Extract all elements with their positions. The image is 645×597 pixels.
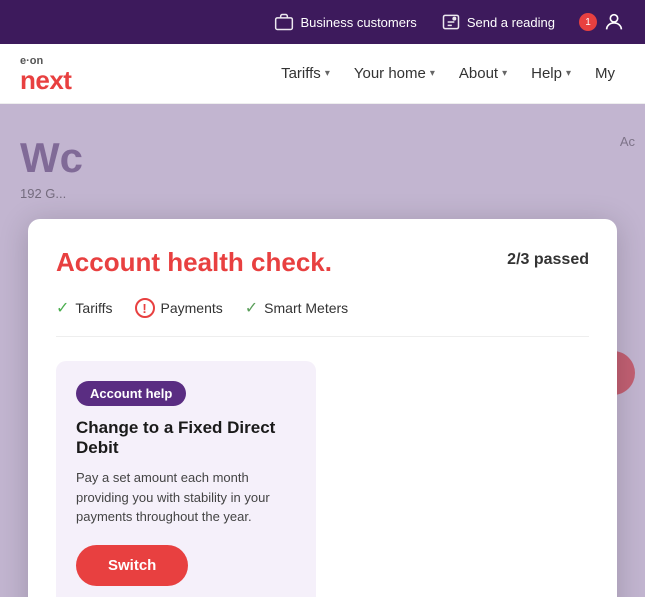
account-icon [603, 11, 625, 33]
send-reading-label: Send a reading [467, 15, 555, 30]
check-items-row: ✓ Tariffs ! Payments ✓ Smart Meters [56, 298, 589, 337]
check-item-tariffs: ✓ Tariffs [56, 298, 113, 318]
nav-tariffs[interactable]: Tariffs ▾ [271, 57, 340, 90]
briefcase-icon [274, 12, 294, 32]
nav-your-home[interactable]: Your home ▾ [344, 57, 445, 90]
check-smart-meters-label: Smart Meters [264, 300, 348, 316]
check-item-payments: ! Payments [135, 298, 223, 318]
nav-items: Tariffs ▾ Your home ▾ About ▾ Help ▾ My [271, 57, 625, 90]
check-pass-icon: ✓ [56, 298, 69, 318]
chevron-down-icon: ▾ [502, 68, 507, 79]
info-card-title: Change to a Fixed Direct Debit [76, 418, 296, 458]
navbar: e·on next Tariffs ▾ Your home ▾ About ▾ … [0, 44, 645, 104]
page-background: Wc 192 G... Ac › t paym payme ment is s … [0, 104, 645, 597]
check-warn-icon: ! [135, 298, 155, 318]
send-reading-link[interactable]: Send a reading [441, 12, 555, 32]
eon-next-logo[interactable]: e·on next [20, 55, 71, 93]
chevron-down-icon: ▾ [566, 68, 571, 79]
meter-icon [441, 12, 461, 32]
business-customers-label: Business customers [300, 15, 416, 30]
nav-my[interactable]: My [585, 57, 625, 90]
account-health-modal: Account health check. 2/3 passed ✓ Tarif… [28, 219, 617, 597]
nav-help[interactable]: Help ▾ [521, 57, 581, 90]
check-payments-label: Payments [161, 300, 223, 316]
notification-badge: 1 [579, 13, 597, 31]
account-help-badge: Account help [76, 381, 186, 406]
check-item-smart-meters: ✓ Smart Meters [245, 298, 348, 318]
info-card: Account help Change to a Fixed Direct De… [56, 361, 316, 597]
utility-bar: Business customers Send a reading 1 [0, 0, 645, 44]
check-pass-icon: ✓ [245, 298, 258, 318]
logo-next-text: next [20, 67, 71, 93]
info-card-desc: Pay a set amount each month providing yo… [76, 468, 296, 527]
business-customers-link[interactable]: Business customers [274, 12, 416, 32]
switch-button[interactable]: Switch [76, 545, 188, 586]
modal-title: Account health check. [56, 247, 332, 278]
passed-badge: 2/3 passed [507, 251, 589, 269]
nav-about[interactable]: About ▾ [449, 57, 517, 90]
chevron-down-icon: ▾ [430, 68, 435, 79]
modal-header: Account health check. 2/3 passed [56, 247, 589, 278]
check-tariffs-label: Tariffs [75, 300, 112, 316]
notification-area[interactable]: 1 [579, 11, 625, 33]
chevron-down-icon: ▾ [325, 68, 330, 79]
